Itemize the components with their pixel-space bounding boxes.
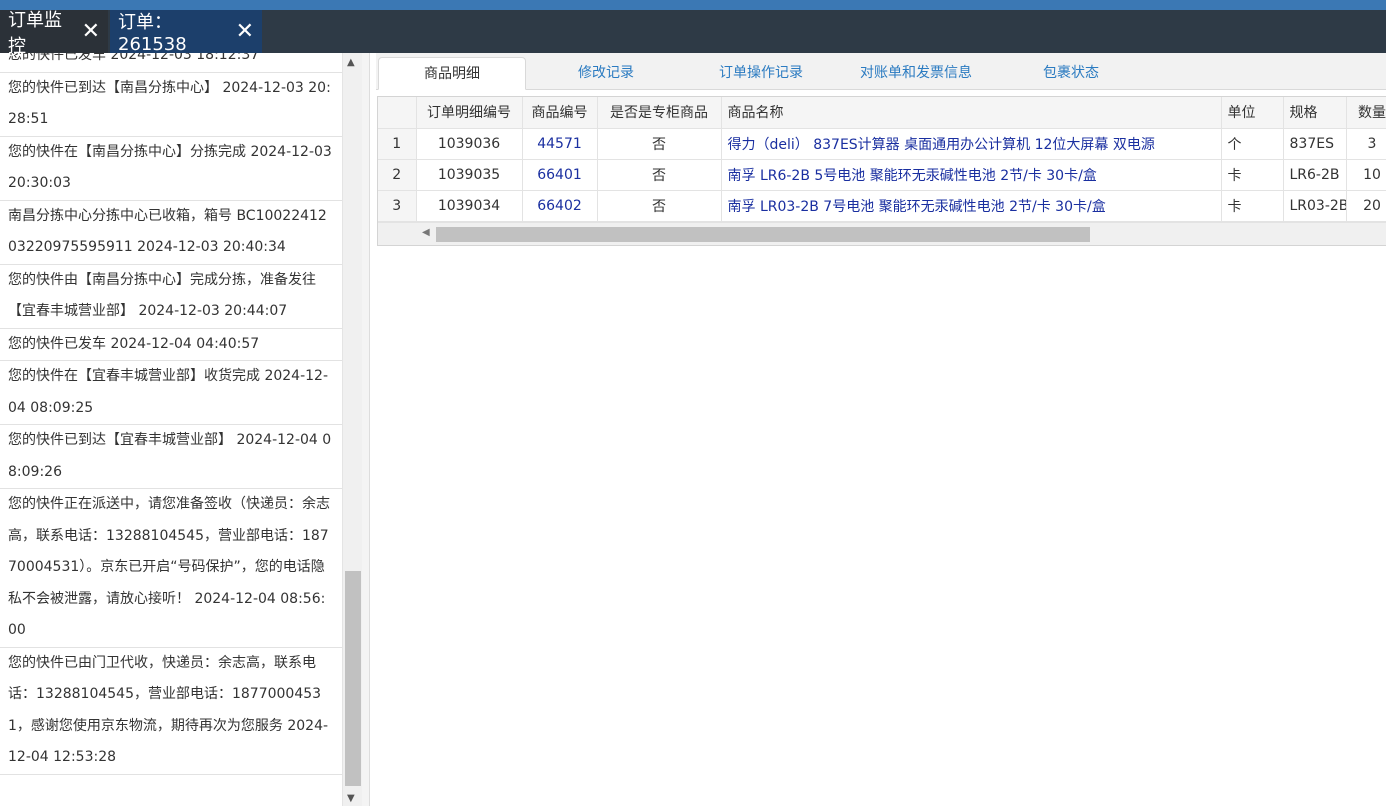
product-id-link[interactable]: 44571 <box>522 128 598 160</box>
tracking-item: 您的快件已到达【南昌分拣中心】 2024-12-03 20:28:51 <box>0 73 342 137</box>
counter-product-cell: 否 <box>597 190 722 222</box>
detail-id-cell: 1039034 <box>416 190 523 222</box>
tracking-item: 您的快件正在派送中，请您准备签收（快递员：余志高，联系电话：1328810454… <box>0 489 342 648</box>
product-name-link[interactable]: 得力（deli） 837ES计算器 桌面通用办公计算机 12位大屏幕 双电源 <box>721 128 1222 160</box>
tracking-item: 您的快件在【宜春丰城营业部】收货完成 2024-12-04 08:09:25 <box>0 361 342 425</box>
page-tab-bar: 订单监控 ✕ 订单：261538 ✕ <box>0 10 1386 57</box>
product-id-link[interactable]: 66402 <box>522 190 598 222</box>
close-icon[interactable]: ✕ <box>82 20 100 43</box>
tab-statement-invoice[interactable]: 对账单和发票信息 <box>846 57 986 90</box>
tab-modification-log[interactable]: 修改记录 <box>536 57 676 90</box>
tab-label: 订单：261538 <box>118 12 187 55</box>
column-header[interactable]: 订单明细编号 <box>416 97 523 129</box>
tracking-item: 您的快件由【南昌分拣中心】完成分拣，准备发往【宜春丰城营业部】 2024-12-… <box>0 265 342 329</box>
tab-order-monitor[interactable]: 订单监控 ✕ <box>0 10 108 57</box>
quantity-cell: 20 <box>1346 190 1386 222</box>
scrollbar-thumb[interactable] <box>345 571 361 786</box>
tab-order-detail[interactable]: 订单：261538 ✕ <box>110 10 262 55</box>
table-row[interactable]: 3 1039034 66402 否 南孚 LR03-2B 7号电池 聚能环无汞碱… <box>378 190 1386 222</box>
tracking-item: 您的快件在【南昌分拣中心】分拣完成 2024-12-03 20:30:03 <box>0 137 342 201</box>
product-name-link[interactable]: 南孚 LR6-2B 5号电池 聚能环无汞碱性电池 2节/卡 30卡/盒 <box>721 159 1222 191</box>
quantity-cell: 10 <box>1346 159 1386 191</box>
row-number: 1 <box>378 128 417 160</box>
tab-label: 订单监控 <box>8 9 62 57</box>
row-number: 2 <box>378 159 417 191</box>
tracking-panel: 您的快件已发车 2024-12-03 18:12:37 您的快件已到达【南昌分拣… <box>0 53 362 806</box>
grid-horizontal-scrollbar[interactable]: ◀ <box>378 222 1386 245</box>
counter-product-cell: 否 <box>597 159 722 191</box>
product-table: 订单明细编号 商品编号 是否是专柜商品 商品名称 单位 规格 数量 1 1039… <box>378 97 1386 222</box>
detail-id-cell: 1039035 <box>416 159 523 191</box>
product-name-link[interactable]: 南孚 LR03-2B 7号电池 聚能环无汞碱性电池 2节/卡 30卡/盒 <box>721 190 1222 222</box>
table-row[interactable]: 2 1039035 66401 否 南孚 LR6-2B 5号电池 聚能环无汞碱性… <box>378 159 1386 191</box>
tracking-list: 您的快件已发车 2024-12-03 18:12:37 您的快件已到达【南昌分拣… <box>0 53 342 775</box>
scroll-left-icon[interactable]: ◀ <box>422 227 430 238</box>
column-header[interactable]: 是否是专柜商品 <box>597 97 722 129</box>
scrollbar-thumb[interactable] <box>436 227 1090 242</box>
unit-cell: 卡 <box>1221 190 1284 222</box>
tracking-item: 您的快件已发车 2024-12-04 04:40:57 <box>0 329 342 361</box>
close-icon[interactable]: ✕ <box>236 20 254 43</box>
product-grid: 订单明细编号 商品编号 是否是专柜商品 商品名称 单位 规格 数量 1 1039… <box>377 96 1386 246</box>
row-number: 3 <box>378 190 417 222</box>
scroll-up-icon[interactable]: ▲ <box>347 57 355 68</box>
tracking-item: 南昌分拣中心分拣中心已收箱，箱号 BC100224120322097559591… <box>0 201 342 265</box>
table-row[interactable]: 1 1039036 44571 否 得力（deli） 837ES计算器 桌面通用… <box>378 128 1386 160</box>
tracking-scrollbar[interactable]: ▲ ▼ <box>342 53 362 806</box>
tracking-item: 您的快件已由门卫代收，快递员：余志高，联系电话：13288104545，营业部电… <box>0 648 342 775</box>
spec-cell: LR6-2B <box>1283 159 1347 191</box>
quantity-cell: 3 <box>1346 128 1386 160</box>
table-header-row: 订单明细编号 商品编号 是否是专柜商品 商品名称 单位 规格 数量 <box>378 97 1386 129</box>
column-header[interactable]: 数量 <box>1346 97 1386 129</box>
spec-cell: 837ES <box>1283 128 1347 160</box>
column-header[interactable]: 规格 <box>1283 97 1347 129</box>
column-header[interactable]: 商品编号 <box>522 97 598 129</box>
column-header <box>378 97 417 129</box>
product-id-link[interactable]: 66401 <box>522 159 598 191</box>
detail-tab-strip: 商品明细 修改记录 订单操作记录 对账单和发票信息 包裹状态 <box>376 53 1386 90</box>
tab-order-operation-log[interactable]: 订单操作记录 <box>696 57 826 90</box>
tracking-item: 您的快件已到达【宜春丰城营业部】 2024-12-04 08:09:26 <box>0 425 342 489</box>
column-header[interactable]: 商品名称 <box>721 97 1222 129</box>
panel-splitter[interactable] <box>362 53 370 806</box>
column-header[interactable]: 单位 <box>1221 97 1284 129</box>
spec-cell: LR03-2B <box>1283 190 1347 222</box>
unit-cell: 卡 <box>1221 159 1284 191</box>
unit-cell: 个 <box>1221 128 1284 160</box>
tab-product-details[interactable]: 商品明细 <box>378 57 526 90</box>
tab-package-status[interactable]: 包裹状态 <box>1016 57 1126 90</box>
counter-product-cell: 否 <box>597 128 722 160</box>
tracking-item: 您的快件已发车 2024-12-03 18:12:37 <box>0 53 342 73</box>
scroll-down-icon[interactable]: ▼ <box>347 793 355 804</box>
detail-id-cell: 1039036 <box>416 128 523 160</box>
